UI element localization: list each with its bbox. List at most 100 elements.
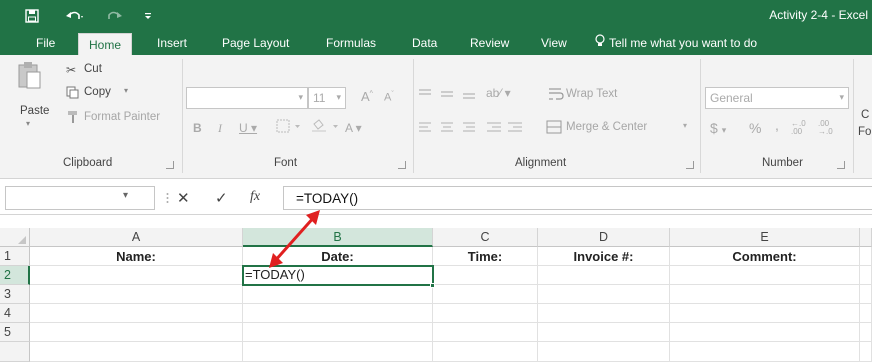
merge-center-button[interactable]: Merge & Center [566,121,647,133]
cell-c1[interactable]: Time: [433,247,538,266]
save-icon[interactable] [22,0,42,31]
cell-f1[interactable] [860,247,872,266]
customize-icon[interactable] [138,0,158,31]
cell-a1[interactable]: Name: [30,247,243,266]
cell-c3[interactable] [433,285,538,304]
copy-dropdown-icon[interactable]: ▾ [124,86,128,95]
cell-a6[interactable] [30,342,243,362]
select-all-corner[interactable] [0,228,30,247]
cell-e6[interactable] [670,342,860,362]
cell-f5[interactable] [860,323,872,342]
tab-home[interactable]: Home [78,33,132,55]
cell-e3[interactable] [670,285,860,304]
cell-a3[interactable] [30,285,243,304]
tab-insert[interactable]: Insert [157,31,187,55]
row-header-2[interactable]: 2 [0,266,30,285]
cell-c5[interactable] [433,323,538,342]
font-color-icon[interactable]: A ▾ [345,121,362,135]
column-header-d[interactable]: D [538,228,670,247]
column-header-a[interactable]: A [30,228,243,247]
cell-b6[interactable] [243,342,433,362]
cell-b4[interactable] [243,304,433,323]
tab-data[interactable]: Data [412,31,437,55]
cell-d1[interactable]: Invoice #: [538,247,670,266]
fill-color-icon[interactable] [311,119,343,136]
paste-icon[interactable] [16,61,42,94]
cell-c4[interactable] [433,304,538,323]
row-header-4[interactable]: 4 [0,304,30,323]
orientation-icon[interactable]: ab⁄ ▾ [486,86,511,100]
insert-function-icon[interactable]: fx [250,189,260,205]
row-header-6[interactable] [0,342,30,362]
tab-page-layout[interactable]: Page Layout [222,31,289,55]
column-header-c[interactable]: C [433,228,538,247]
increase-font-size-icon[interactable]: A^ [361,89,373,104]
column-header-e[interactable]: E [670,228,860,247]
cell-f2[interactable] [860,266,872,285]
align-left-icon[interactable] [418,121,482,138]
tab-file[interactable]: File [36,31,55,55]
name-box[interactable]: ▾ [5,186,155,210]
currency-icon[interactable]: $ ▾ [710,120,726,136]
copy-button[interactable]: Copy [84,86,111,98]
alignment-launcher-icon[interactable] [686,161,694,169]
cell-b5[interactable] [243,323,433,342]
bold-icon[interactable]: B [193,121,202,135]
tab-view[interactable]: View [541,31,567,55]
row-header-5[interactable]: 5 [0,323,30,342]
enter-icon[interactable]: ✓ [215,189,228,207]
cell-d3[interactable] [538,285,670,304]
number-launcher-icon[interactable] [837,161,845,169]
undo-icon[interactable] [60,0,90,31]
font-launcher-icon[interactable] [398,161,406,169]
cell-d2[interactable] [538,266,670,285]
cell-a5[interactable] [30,323,243,342]
row-header-1[interactable]: 1 [0,247,30,266]
column-header-f[interactable] [860,228,872,247]
font-size-combo[interactable]: 11 ▾ [308,87,346,109]
underline-icon[interactable]: U ▾ [239,121,257,135]
increase-decimal-icon[interactable]: ←.0 .00 [791,120,811,136]
number-format-combo[interactable]: General ▾ [705,87,849,109]
comma-icon[interactable]: , [775,117,779,133]
cell-e2[interactable] [670,266,860,285]
redo-icon[interactable] [100,0,130,31]
chevron-down-icon[interactable]: ▾ [123,190,128,201]
decrease-font-size-icon[interactable]: Aˇ [384,91,394,104]
cancel-icon[interactable]: ✕ [177,189,190,207]
percent-icon[interactable]: % [749,120,761,136]
cell-f3[interactable] [860,285,872,304]
clipboard-launcher-icon[interactable] [166,161,174,169]
cell-d6[interactable] [538,342,670,362]
cell-f4[interactable] [860,304,872,323]
font-name-combo[interactable]: ▾ [186,87,308,109]
wrap-text-button[interactable]: Wrap Text [566,88,617,100]
indent-icons[interactable] [486,121,530,138]
paste-button[interactable]: Paste [20,105,49,117]
format-painter-button[interactable]: Format Painter [84,111,160,123]
align-top-icon[interactable] [418,87,482,104]
divider-dots-icon[interactable] [166,191,169,205]
borders-icon[interactable] [276,119,302,136]
tell-me-search[interactable]: Tell me what you want to do [595,31,757,55]
cell-e4[interactable] [670,304,860,323]
cut-button[interactable]: Cut [84,63,102,75]
active-cell-b2[interactable]: =TODAY() [242,265,434,286]
cell-a4[interactable] [30,304,243,323]
cell-d4[interactable] [538,304,670,323]
italic-icon[interactable]: I [218,121,222,136]
cell-d5[interactable] [538,323,670,342]
cell-b1[interactable]: Date: [243,247,433,266]
cell-c6[interactable] [433,342,538,362]
cell-c2[interactable] [433,266,538,285]
cell-e1[interactable]: Comment: [670,247,860,266]
tab-formulas[interactable]: Formulas [326,31,376,55]
cell-f6[interactable] [860,342,872,362]
cell-a2[interactable] [30,266,243,285]
decrease-decimal-icon[interactable]: .00 →.0 [818,120,838,136]
cell-b3[interactable] [243,285,433,304]
merge-dropdown-icon[interactable]: ▾ [683,121,687,130]
formula-input[interactable]: =TODAY() [283,186,872,210]
column-header-b[interactable]: B [243,228,433,247]
tab-review[interactable]: Review [470,31,509,55]
